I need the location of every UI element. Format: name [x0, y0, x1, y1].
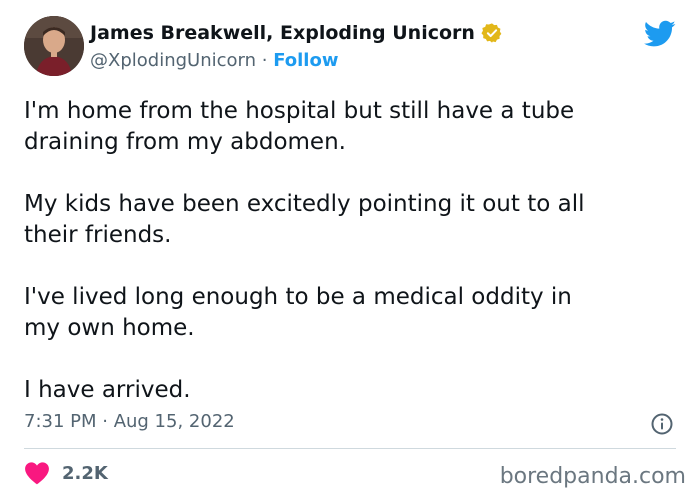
verified-badge-icon [481, 22, 503, 44]
tweet-paragraph: I've lived long enough to be a medical o… [24, 284, 572, 341]
display-name[interactable]: James Breakwell, Exploding Unicorn [90, 22, 475, 44]
twitter-bird-icon[interactable] [643, 20, 676, 48]
tweet-card: James Breakwell, Exploding Unicorn @Xplo… [0, 0, 700, 502]
divider [24, 448, 676, 449]
author-block: James Breakwell, Exploding Unicorn @Xplo… [90, 20, 503, 71]
like-button[interactable]: 2.2K [24, 461, 108, 485]
name-row: James Breakwell, Exploding Unicorn [90, 20, 503, 46]
like-count: 2.2K [62, 462, 108, 484]
handle-separator: · [256, 50, 274, 71]
tweet-paragraph: I have arrived. [24, 377, 191, 403]
heart-icon [25, 462, 49, 485]
tweet-paragraph: I'm home from the hospital but still hav… [24, 98, 575, 155]
info-icon[interactable] [650, 412, 674, 436]
handle[interactable]: @XplodingUnicorn [90, 50, 256, 71]
follow-button[interactable]: Follow [273, 50, 338, 71]
tweet-paragraph: My kids have been excitedly pointing it … [24, 191, 585, 248]
tweet-header: James Breakwell, Exploding Unicorn @Xplo… [24, 16, 676, 82]
tweet-body: I'm home from the hospital but still hav… [24, 96, 664, 406]
tweet-timestamp[interactable]: 7:31 PM · Aug 15, 2022 [24, 411, 235, 432]
watermark: boredpanda.com [499, 464, 686, 489]
handle-row: @XplodingUnicorn · Follow [90, 50, 503, 71]
avatar[interactable] [24, 16, 84, 76]
